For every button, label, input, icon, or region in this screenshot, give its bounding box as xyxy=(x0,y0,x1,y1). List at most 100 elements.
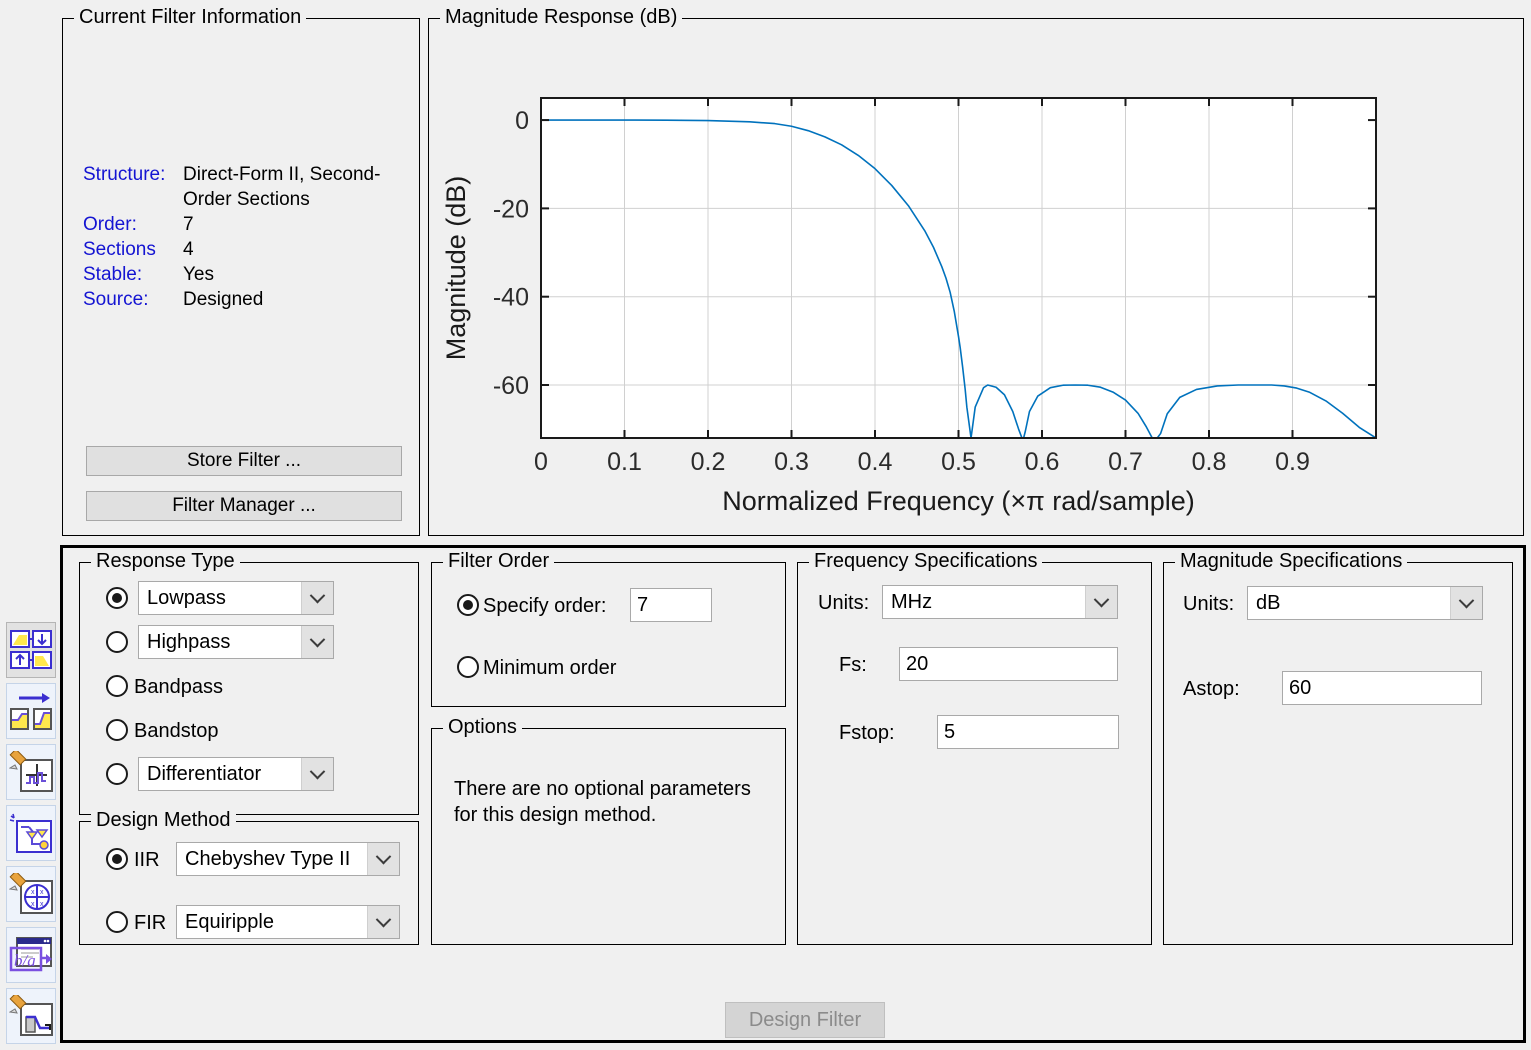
radio-lowpass[interactable] xyxy=(106,587,128,609)
realize-model-icon xyxy=(9,813,52,853)
info-key-source: Source: xyxy=(83,289,149,310)
table-row: Sections 4 xyxy=(83,237,415,262)
design-parameters-panel: Response Type Lowpass Highpass Bandpass … xyxy=(60,545,1526,1043)
filter-order-title: Filter Order xyxy=(443,550,555,572)
sidebar-item-import-filter[interactable]: b/a xyxy=(6,927,56,983)
fs-input[interactable]: 20 xyxy=(899,647,1118,681)
magnitude-units-value: dB xyxy=(1256,592,1281,614)
chevron-down-icon xyxy=(367,843,399,875)
info-value-order: 7 xyxy=(183,214,194,235)
radio-highpass[interactable] xyxy=(106,631,128,653)
info-key-order: Order: xyxy=(83,214,137,235)
astop-label: Astop: xyxy=(1183,678,1240,700)
radio-label-iir: IIR xyxy=(134,849,160,871)
fstop-input[interactable]: 5 xyxy=(937,715,1119,749)
iir-method-value: Chebyshev Type II xyxy=(185,848,351,870)
x-tick-label: 0 xyxy=(534,448,548,476)
convert-structure-icon xyxy=(10,693,52,730)
design-filter-button[interactable]: Design Filter xyxy=(725,1002,885,1038)
design-method-group: Design Method IIR Chebyshev Type II FIR … xyxy=(79,809,419,945)
svg-text:x: x xyxy=(40,901,44,908)
chevron-down-icon xyxy=(367,906,399,938)
lowpass-dropdown[interactable]: Lowpass xyxy=(138,581,334,615)
sidebar-item-design-filter[interactable] xyxy=(6,988,56,1044)
sidebar-item-realize-model[interactable] xyxy=(6,805,56,861)
sidebar-item-filter-transformation[interactable] xyxy=(6,622,56,678)
radio-specify-order[interactable] xyxy=(457,594,479,616)
specify-order-input[interactable]: 7 xyxy=(630,588,712,622)
svg-text:b/a: b/a xyxy=(14,951,36,970)
x-tick-label: 0.6 xyxy=(1025,448,1060,476)
radio-label-minimum-order: Minimum order xyxy=(483,657,617,679)
radio-bandpass[interactable] xyxy=(106,675,128,697)
differentiator-dropdown[interactable]: Differentiator xyxy=(138,757,334,791)
radio-differentiator[interactable] xyxy=(106,763,128,785)
magnitude-specifications-title: Magnitude Specifications xyxy=(1175,550,1408,572)
store-filter-button[interactable]: Store Filter ... xyxy=(86,446,402,476)
magnitude-response-panel: Magnitude Response (dB) 0 0.1 0.2 0.3 0.4 0.5… xyxy=(428,6,1524,536)
info-value-structure: Direct-Form II, Second-Order Sections xyxy=(183,164,381,210)
options-group: Options There are no optional parameters… xyxy=(431,716,786,945)
response-type-group: Response Type Lowpass Highpass Bandpass … xyxy=(79,550,419,815)
design-filter-icon xyxy=(9,995,53,1036)
radio-minimum-order[interactable] xyxy=(457,656,479,678)
svg-text:x: x xyxy=(31,889,35,896)
current-filter-information-title: Current Filter Information xyxy=(74,6,307,28)
x-tick-label: 0.3 xyxy=(774,448,809,476)
tool-sidebar: x x x x b/a xyxy=(6,622,58,1044)
x-tick-label: 0.8 xyxy=(1192,448,1227,476)
options-title: Options xyxy=(443,716,522,738)
info-value-sections: 4 xyxy=(183,239,194,260)
frequency-specifications-title: Frequency Specifications xyxy=(809,550,1043,572)
pole-zero-editor-icon xyxy=(9,751,53,792)
chevron-down-icon xyxy=(1450,587,1482,619)
radio-label-fir: FIR xyxy=(134,912,167,934)
sidebar-item-convert-structure[interactable] xyxy=(6,683,56,739)
fs-label: Fs: xyxy=(839,654,867,676)
filter-manager-button[interactable]: Filter Manager ... xyxy=(86,491,402,521)
radio-fir[interactable] xyxy=(106,911,128,933)
set-quantization-icon: x x x x xyxy=(9,873,53,914)
filter-order-group: Filter Order Specify order: 7 Minimum or… xyxy=(431,550,786,707)
x-axis-title: Normalized Frequency (×π rad/sample) xyxy=(722,486,1195,516)
magnitude-units-dropdown[interactable]: dB xyxy=(1247,586,1483,620)
table-row: Source: Designed xyxy=(83,287,415,312)
chevron-down-icon xyxy=(301,582,333,614)
filter-info-table: Structure: Direct-Form II, Second-Order … xyxy=(83,162,415,312)
frequency-specifications-group: Frequency Specifications Units: MHz Fs: … xyxy=(797,550,1152,945)
x-tick-label: 0.9 xyxy=(1275,448,1310,476)
info-key-stable: Stable: xyxy=(83,264,143,285)
radio-iir[interactable] xyxy=(106,848,128,870)
info-key-sections: Sections xyxy=(83,239,156,260)
table-row: Stable: Yes xyxy=(83,262,415,287)
current-filter-information-panel: Current Filter Information Structure: Di… xyxy=(62,6,420,536)
table-row: Order: 7 xyxy=(83,212,415,237)
frequency-units-value: MHz xyxy=(891,591,933,613)
svg-text:x: x xyxy=(40,889,44,896)
fir-method-value: Equiripple xyxy=(185,911,274,933)
radio-bandstop[interactable] xyxy=(106,719,128,741)
fir-method-dropdown[interactable]: Equiripple xyxy=(176,905,400,939)
x-tick-label: 0.7 xyxy=(1108,448,1143,476)
sidebar-item-set-quantization[interactable]: x x x x xyxy=(6,866,56,922)
sidebar-item-pole-zero-editor[interactable] xyxy=(6,744,56,800)
response-type-title: Response Type xyxy=(91,550,240,572)
magnitude-specifications-group: Magnitude Specifications Units: dB Astop… xyxy=(1163,550,1513,945)
y-tick-label: 0 xyxy=(515,107,529,135)
frequency-units-dropdown[interactable]: MHz xyxy=(882,585,1118,619)
radio-label-bandstop: Bandstop xyxy=(134,720,219,742)
highpass-dropdown-value: Highpass xyxy=(147,631,231,653)
iir-method-dropdown[interactable]: Chebyshev Type II xyxy=(176,842,400,876)
import-filter-icon: b/a xyxy=(9,937,52,972)
highpass-dropdown[interactable]: Highpass xyxy=(138,625,334,659)
radio-label-specify-order: Specify order: xyxy=(483,595,607,617)
radio-label-bandpass: Bandpass xyxy=(134,676,223,698)
info-key-structure: Structure: xyxy=(83,164,166,185)
fstop-label: Fstop: xyxy=(839,722,895,744)
astop-input[interactable]: 60 xyxy=(1282,671,1482,705)
lowpass-dropdown-value: Lowpass xyxy=(147,587,226,609)
x-tick-label: 0.2 xyxy=(691,448,726,476)
table-row: Structure: Direct-Form II, Second-Order … xyxy=(83,162,415,212)
filter-transformation-icon xyxy=(10,630,52,669)
y-axis-title: Magnitude (dB) xyxy=(441,176,471,361)
